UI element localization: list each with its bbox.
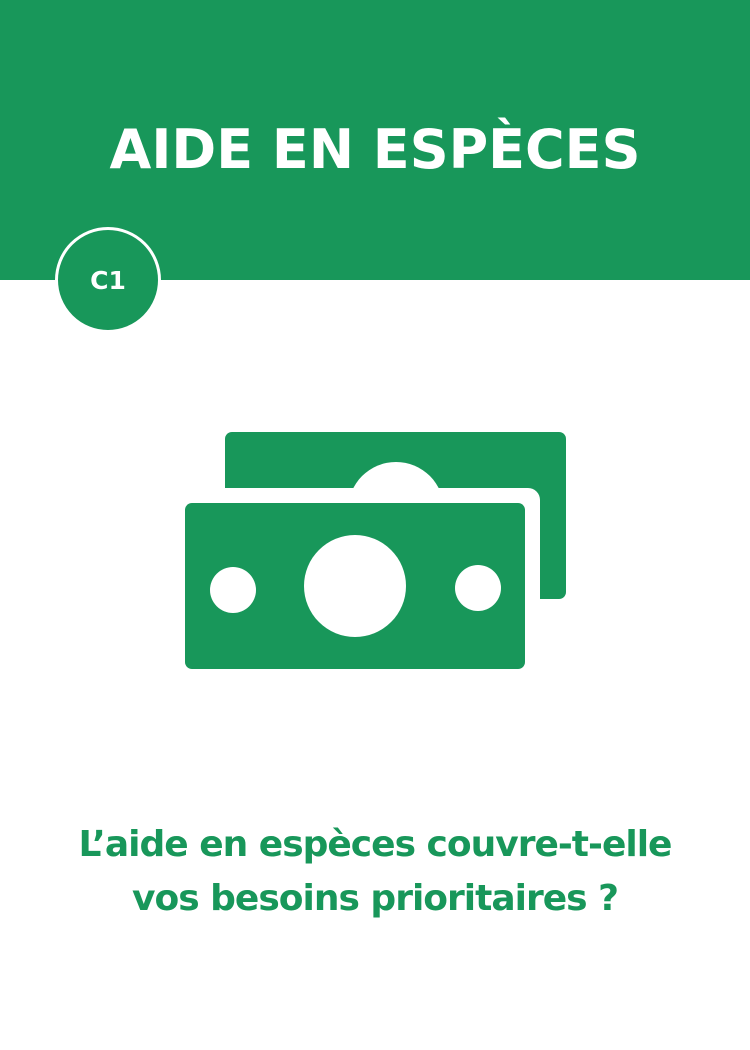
banknotes-icon bbox=[180, 432, 566, 675]
card-code-badge: C1 bbox=[55, 227, 161, 333]
page-title: AIDE EN ESPÈCES bbox=[109, 118, 641, 181]
question-text: L’aide en espèces couvre-t-elle vos beso… bbox=[20, 818, 730, 926]
question-line-2: vos besoins prioritaires ? bbox=[132, 878, 619, 919]
question-line-1: L’aide en espèces couvre-t-elle bbox=[78, 824, 673, 865]
